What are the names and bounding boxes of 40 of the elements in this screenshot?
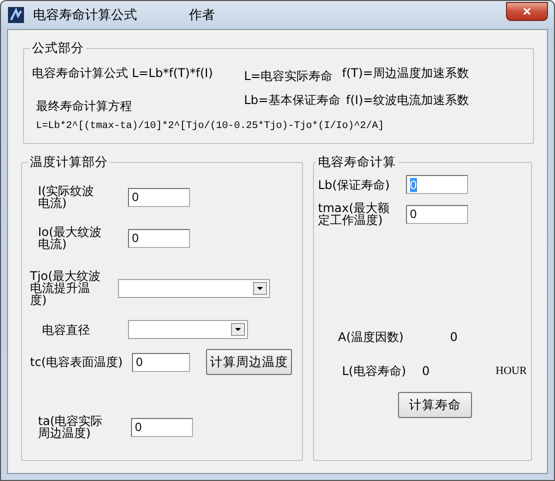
input-field[interactable]: 0 [132, 352, 190, 372]
result-value: 0 [422, 364, 430, 378]
dropdown[interactable] [128, 320, 248, 339]
equation-label: 最终寿命计算方程 [35, 98, 133, 115]
result-label: L(电容寿命) [342, 365, 408, 377]
caret-icon [231, 323, 245, 336]
field-label: Tjo(最大纹波电流提升温度) [30, 270, 102, 306]
input-field[interactable]: 0 [406, 204, 468, 224]
result-label: A(温度因数) [338, 331, 405, 343]
definition-text: f(I)=纹波电流加速系数 [345, 92, 470, 108]
field-label: I(实际纹波电流) [38, 185, 96, 209]
field-label: tc(电容表面温度) [30, 356, 124, 368]
definition-text: f(T)=周边温度加速系数 [342, 64, 470, 82]
definition-text: Lb=基本保证寿命 [244, 92, 342, 108]
unit-label: HOUR [496, 365, 527, 377]
group-title: 电容寿命计算 [317, 154, 397, 171]
author-menu[interactable]: 作者 [189, 6, 215, 24]
input-field[interactable]: 0 [128, 228, 190, 248]
close-button[interactable]: × [506, 2, 548, 20]
field-label: 电容直径 [42, 324, 91, 336]
caret-icon [253, 282, 267, 294]
field-label: Lb(保证寿命) [318, 178, 391, 190]
dropdown[interactable] [118, 278, 270, 298]
app-icon [7, 6, 25, 24]
group-title: 温度计算部分 [29, 154, 109, 171]
equation-text: L=Lb*2^[(tmax-ta)/10]*2^[Tjo/(10-0.25*Tjo)-Tjo*(I/Io)^2/A] [35, 120, 386, 132]
input-field[interactable]: 0 [131, 418, 193, 436]
result-value: 0 [450, 330, 458, 344]
field-label: ta(电容实际周边温度) [38, 415, 104, 439]
calculate-temperature-button[interactable]: 计算周边温度 [206, 349, 292, 375]
formula-label: 电容寿命计算公式 L=Lb*f(T)*f(I) [32, 64, 214, 82]
definition-text: L=电容实际寿命 [244, 68, 334, 85]
window-title: 电容寿命计算公式 [33, 7, 137, 24]
input-field[interactable]: 0 [128, 188, 190, 206]
field-label: tmax(最大额定工作温度) [318, 202, 391, 226]
field-label: Io(最大纹波电流) [38, 226, 103, 250]
calculate-life-button[interactable]: 计算寿命 [398, 392, 472, 418]
field-value: 0 [410, 207, 417, 221]
group-title: 公式部分 [31, 40, 85, 57]
field-value: 0 [410, 178, 417, 192]
